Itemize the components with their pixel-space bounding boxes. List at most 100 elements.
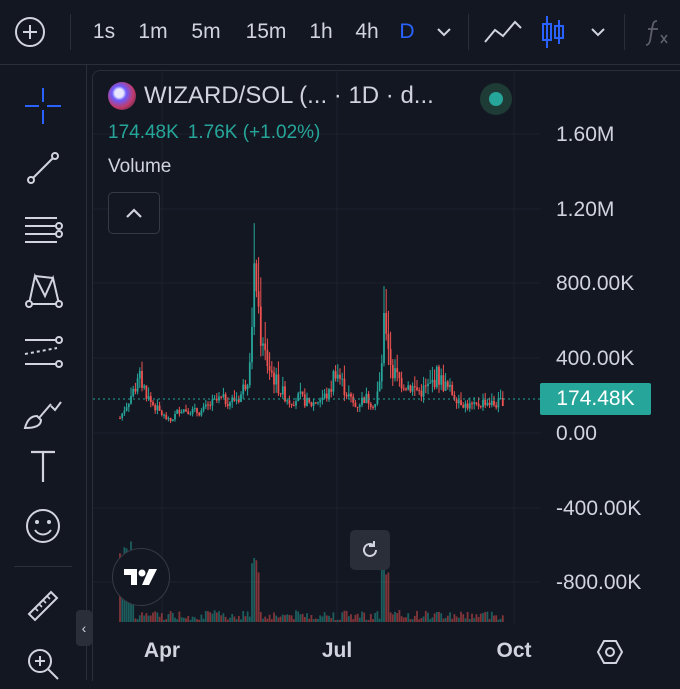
volume-bar xyxy=(229,617,231,622)
volume-bar xyxy=(460,611,462,622)
volume-bar xyxy=(376,611,379,622)
volume-bar xyxy=(350,614,352,622)
volume-bar xyxy=(147,615,150,622)
candle-body xyxy=(295,401,297,406)
volume-bar xyxy=(466,611,469,622)
volume-bar xyxy=(257,572,260,622)
candle-body xyxy=(354,402,357,407)
volume-bar xyxy=(143,615,146,622)
volume-bar xyxy=(237,615,240,622)
candle-body xyxy=(202,406,205,411)
chart-settings-icon[interactable] xyxy=(592,634,628,670)
volume-bar xyxy=(264,616,267,622)
candle-body xyxy=(180,411,183,414)
candle-body xyxy=(394,368,396,379)
candle-body xyxy=(464,403,467,408)
volume-bar xyxy=(262,618,264,622)
candle-body xyxy=(174,413,176,420)
volume-bar xyxy=(438,611,440,622)
time-axis: Apr Jul Oct xyxy=(144,639,532,662)
volume-bar xyxy=(471,613,473,622)
volume-bar xyxy=(497,619,500,622)
volume-bar xyxy=(411,619,414,622)
volume-bar xyxy=(429,619,432,622)
collapse-legend-button[interactable] xyxy=(108,192,160,234)
candle-body xyxy=(270,370,273,373)
volume-bar xyxy=(284,615,286,622)
volume-bar xyxy=(431,617,434,622)
volume-bar xyxy=(398,610,401,622)
symbol-title[interactable]: WIZARD/SOL (... · 1D · d... xyxy=(144,82,434,110)
candle-body xyxy=(387,333,390,350)
candle-body xyxy=(242,384,245,395)
volume-bar xyxy=(444,617,447,622)
candle-body xyxy=(198,412,201,416)
volume-bar xyxy=(182,617,185,622)
reset-chart-icon[interactable] xyxy=(350,530,390,570)
volume-bar xyxy=(394,611,396,622)
candle-body xyxy=(339,374,341,379)
volume-bar xyxy=(427,612,429,622)
candle-body xyxy=(290,403,293,406)
candle-body xyxy=(152,402,154,406)
volume-bar xyxy=(387,572,390,622)
candle-body xyxy=(231,397,234,403)
candle-body xyxy=(229,402,231,407)
volume-bar xyxy=(292,619,295,622)
candle-body xyxy=(145,385,148,399)
volume-bar xyxy=(152,612,154,622)
candle-body xyxy=(127,403,130,408)
volume-indicator-label[interactable]: Volume xyxy=(108,156,171,178)
volume-bar xyxy=(493,615,495,622)
volume-bar xyxy=(420,618,423,622)
candle-body xyxy=(207,404,209,406)
candle-body xyxy=(275,374,278,385)
candle-body xyxy=(451,384,454,395)
volume-bar xyxy=(396,613,399,622)
volume-bar xyxy=(255,560,258,622)
time-axis-label: Apr xyxy=(144,639,180,662)
candle-body xyxy=(268,366,271,371)
volume-bar xyxy=(251,563,253,622)
candle-body xyxy=(277,374,280,394)
candle-body xyxy=(255,263,258,292)
volume-bar xyxy=(138,615,141,622)
candle-body xyxy=(468,403,471,409)
candle-body xyxy=(440,375,443,385)
candle-body xyxy=(446,381,449,387)
volume-bar xyxy=(440,613,443,622)
volume-bar xyxy=(468,619,471,622)
volume-bar xyxy=(204,610,207,622)
volume-bar xyxy=(191,616,194,622)
volume-bar xyxy=(149,615,152,622)
volume-bar xyxy=(198,619,201,622)
candle-body xyxy=(156,405,159,411)
volume-bar xyxy=(178,611,181,622)
volume-bar xyxy=(224,616,227,622)
candle-body xyxy=(345,395,348,397)
volume-bar xyxy=(391,614,394,622)
candle-body xyxy=(215,398,218,401)
volume-bar xyxy=(413,615,416,622)
volume-bar xyxy=(253,557,256,622)
volume-bar xyxy=(165,619,168,622)
volume-bar xyxy=(372,619,374,622)
grid xyxy=(93,70,540,625)
candle-body xyxy=(347,393,350,397)
market-status-icon[interactable] xyxy=(480,83,512,115)
volume-bar xyxy=(145,613,148,622)
candle-body xyxy=(343,378,346,396)
candle-body xyxy=(191,409,194,414)
volume-bar xyxy=(202,618,205,622)
candle-body xyxy=(167,418,170,420)
volume-bar xyxy=(226,619,229,622)
candle-body xyxy=(449,384,451,387)
volume-bar xyxy=(451,618,454,622)
candle-body xyxy=(251,326,253,363)
tradingview-logo[interactable] xyxy=(112,548,170,606)
candle-body xyxy=(479,406,482,408)
volume-bar xyxy=(319,615,322,622)
candle-body xyxy=(312,402,315,406)
candle-body xyxy=(413,386,416,388)
last-close-value: 174.48K xyxy=(108,122,179,143)
